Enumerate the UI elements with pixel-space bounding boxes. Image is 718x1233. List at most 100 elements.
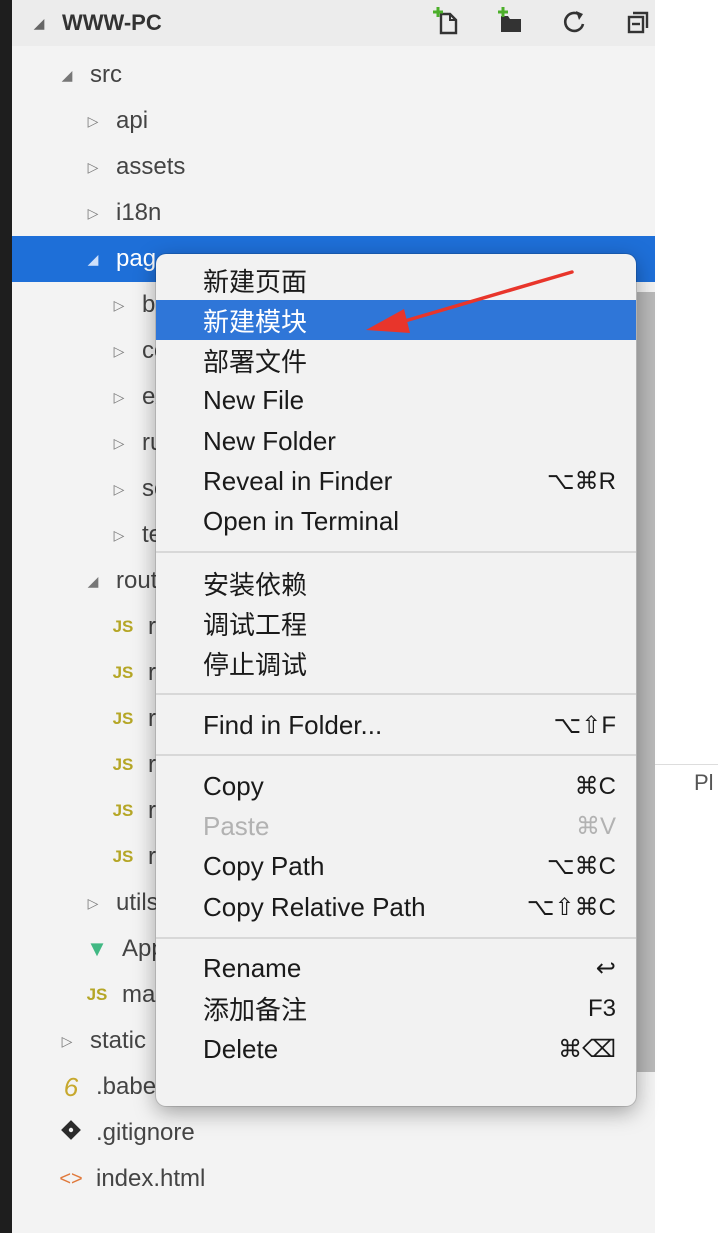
menu-item[interactable]: Find in Folder... ⌥⇧F — [156, 705, 636, 745]
expanded-caret-icon[interactable]: ◢ — [82, 251, 104, 268]
menu-item[interactable]: 部署文件 — [156, 341, 636, 381]
tree-item-label: index.html — [96, 1165, 206, 1192]
collapsed-caret-icon[interactable]: ▷ — [108, 343, 130, 360]
menu-item-label: 安装依赖 — [203, 569, 308, 600]
menu-item[interactable]: Rename ↩ — [156, 949, 636, 989]
collapsed-caret-icon[interactable]: ▷ — [108, 389, 130, 406]
menu-item: Paste ⌘V — [156, 807, 636, 847]
menu-item[interactable]: New Folder — [156, 421, 636, 461]
scrollbar-thumb[interactable] — [637, 292, 655, 1072]
menu-item[interactable]: 添加备注 F3 — [156, 989, 636, 1029]
menu-item-label: Find in Folder... — [203, 709, 383, 740]
header-actions — [431, 6, 653, 36]
js-file-icon: JS — [112, 847, 134, 866]
menu-item[interactable]: Copy Relative Path ⌥⇧⌘C — [156, 887, 636, 927]
menu-item-shortcut: F3 — [587, 994, 616, 1022]
menu-item[interactable]: 停止调试 — [156, 644, 636, 684]
collapsed-caret-icon[interactable]: ▷ — [82, 113, 104, 130]
collapsed-caret-icon[interactable]: ▷ — [108, 481, 130, 498]
project-header[interactable]: ◢ WWW-PC — [12, 0, 671, 46]
menu-separator — [156, 693, 636, 695]
babel-file-icon: 6 — [63, 1071, 79, 1102]
menu-item[interactable]: New File — [156, 381, 636, 421]
collapsed-caret-icon[interactable]: ▷ — [82, 205, 104, 222]
menu-item-label: Copy Path — [203, 851, 325, 882]
menu-item-label: New File — [203, 385, 305, 416]
menu-item[interactable]: Delete ⌘⌫ — [156, 1029, 636, 1069]
menu-item-shortcut: ⌥⇧⌘C — [526, 893, 616, 921]
menu-item-label: Open in Terminal — [203, 506, 400, 537]
tree-item-label: assets — [116, 153, 186, 180]
js-file-icon: JS — [112, 801, 134, 820]
tree-item-label: utils — [116, 889, 159, 916]
editor-pane — [655, 0, 718, 1233]
menu-item-label: Paste — [203, 811, 270, 842]
tree-item[interactable]: ◢ src — [12, 52, 655, 98]
menu-item-shortcut: ⌘⌫ — [558, 1035, 616, 1063]
project-title: WWW-PC — [62, 10, 162, 35]
menu-item-label: Copy Relative Path — [203, 891, 426, 922]
tree-item[interactable]: ▷ assets — [12, 144, 655, 190]
tree-item[interactable]: ▷ api — [12, 98, 655, 144]
expanded-caret-icon[interactable]: ◢ — [82, 573, 104, 590]
tree-item[interactable]: .gitignore — [12, 1110, 655, 1156]
tree-item[interactable]: ▷ i18n — [12, 190, 655, 236]
menu-item-shortcut: ↩ — [595, 955, 616, 982]
js-file-icon: JS — [112, 709, 134, 728]
tree-item-label: .gitignore — [96, 1119, 195, 1146]
collapsed-caret-icon[interactable]: ▷ — [56, 1033, 78, 1050]
menu-separator — [156, 936, 636, 939]
context-menu: 新建页面新建模块部署文件 New File New Folder Reveal in … — [156, 254, 636, 1106]
menu-item-label: 添加备注 — [203, 995, 308, 1026]
menu-item-label: 停止调试 — [203, 650, 308, 681]
menu-item-label: Reveal in Finder — [203, 466, 393, 496]
menu-item-label: 新建模块 — [203, 306, 308, 337]
collapsed-caret-icon[interactable]: ▷ — [82, 895, 104, 912]
tree-item-label: pag — [116, 245, 157, 272]
menu-item[interactable]: Open in Terminal — [156, 502, 636, 542]
refresh-icon[interactable] — [559, 6, 589, 36]
menu-separator — [156, 551, 636, 554]
menu-item-label: New Folder — [203, 425, 336, 456]
menu-item[interactable]: Reveal in Finder ⌥⌘R — [156, 462, 636, 502]
html-file-icon: <> — [59, 1167, 83, 1190]
tree-item-label: src — [90, 61, 122, 88]
js-file-icon: JS — [112, 617, 134, 636]
menu-item-label: 部署文件 — [203, 347, 308, 378]
menu-separator — [156, 754, 636, 757]
new-folder-icon[interactable] — [495, 6, 525, 36]
tree-item-label: i18n — [116, 199, 162, 226]
collapsed-caret-icon[interactable]: ▷ — [82, 159, 104, 176]
vue-file-icon: ▼ — [86, 936, 108, 961]
collapsed-caret-icon[interactable]: ▷ — [108, 435, 130, 452]
menu-item-shortcut: ⌥⌘C — [547, 853, 616, 881]
menu-item-label: Delete — [203, 1033, 279, 1064]
collapse-all-icon[interactable] — [623, 6, 653, 36]
tree-item-label: mai — [122, 981, 161, 1008]
menu-item[interactable]: Copy ⌘C — [156, 766, 636, 806]
menu-item-label: Copy — [203, 770, 264, 801]
expanded-caret-icon[interactable]: ◢ — [56, 67, 78, 84]
menu-item-shortcut: ⌘C — [574, 772, 616, 800]
new-file-icon[interactable] — [431, 6, 461, 36]
js-file-icon: JS — [86, 985, 108, 1004]
tree-item-label: api — [116, 107, 149, 134]
menu-item-shortcut: ⌘V — [575, 813, 616, 841]
menu-item-label: Rename — [203, 953, 302, 983]
menu-item-shortcut: ⌥⇧F — [553, 711, 616, 739]
editor-text: Pl — [694, 770, 714, 795]
menu-item[interactable]: 安装依赖 — [156, 563, 636, 603]
menu-item-label: 新建页面 — [203, 266, 308, 297]
collapse-caret-icon: ◢ — [33, 14, 45, 31]
tree-item-label: static — [90, 1027, 147, 1054]
collapsed-caret-icon[interactable]: ▷ — [108, 297, 130, 314]
git-file-icon — [56, 1119, 86, 1148]
tree-item-label: rout — [116, 567, 158, 594]
window-left-edge — [0, 0, 12, 1233]
collapsed-caret-icon[interactable]: ▷ — [108, 527, 130, 544]
annotation-arrow-icon — [366, 270, 574, 333]
tree-item[interactable]: <> index.html — [12, 1156, 655, 1202]
menu-item[interactable]: 调试工程 — [156, 603, 636, 643]
js-file-icon: JS — [112, 663, 134, 682]
menu-item[interactable]: Copy Path ⌥⌘C — [156, 847, 636, 887]
